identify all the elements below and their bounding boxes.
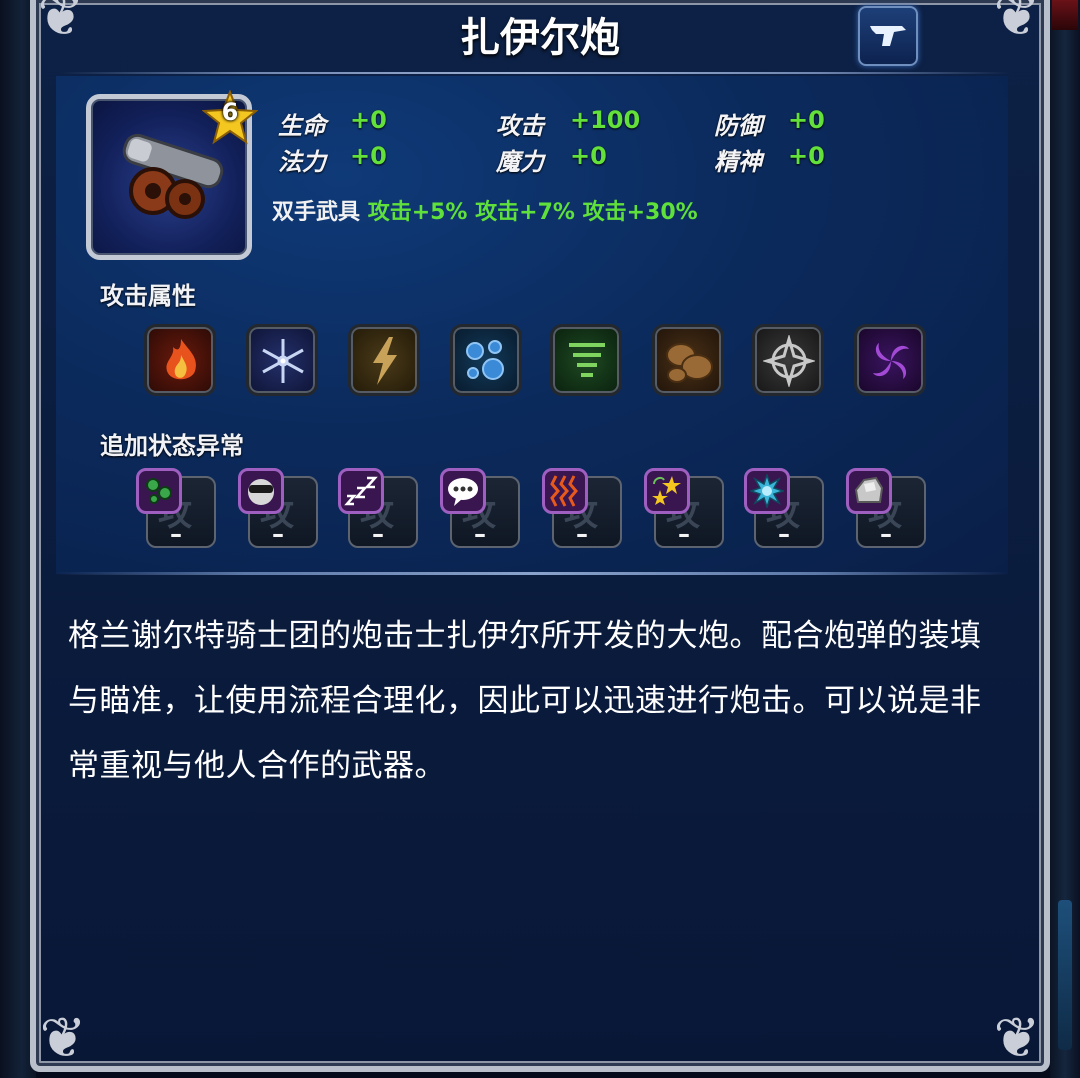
backdrop-right-edge — [1050, 0, 1080, 1078]
earth-icon — [652, 324, 724, 396]
scrollbar[interactable] — [1058, 900, 1072, 1050]
stat-value-spr: +0 — [788, 142, 825, 170]
section-divider — [56, 572, 1008, 575]
status-value: – — [170, 520, 182, 548]
blind-icon — [238, 468, 284, 514]
status-slot-sleep: 攻 – — [338, 468, 420, 550]
stat-label-atk: 攻击 — [496, 112, 544, 140]
dark-icon — [854, 324, 926, 396]
lightning-icon — [348, 324, 420, 396]
gun-icon[interactable] — [858, 6, 918, 66]
stat-label-mag: 魔力 — [496, 148, 544, 176]
paralysis-icon — [542, 468, 588, 514]
petrify-icon — [846, 468, 892, 514]
status-slot-silence: 攻 – — [440, 468, 522, 550]
ornament-corner-icon: ❦ — [993, 1006, 1041, 1071]
water-icon — [450, 324, 522, 396]
poison-icon — [136, 468, 182, 514]
ornament-corner-icon: ❦ — [993, 0, 1041, 49]
light-icon — [752, 324, 824, 396]
status-slot-petrify: 攻 – — [846, 468, 928, 550]
confusion-icon — [644, 468, 690, 514]
status-slot-confusion: 攻 – — [644, 468, 726, 550]
stat-label-hp: 生命 — [278, 112, 326, 140]
ornament-corner-icon: ❦ — [37, 0, 85, 49]
status-value: – — [474, 520, 486, 548]
attack-attributes-label: 攻击属性 — [100, 282, 196, 310]
status-value: – — [880, 520, 892, 548]
weapon-type-line: 双手武具 攻击+5% 攻击+7% 攻击+30% — [272, 194, 698, 226]
weapon-type-label: 双手武具 — [272, 200, 361, 225]
ice-icon — [246, 324, 318, 396]
stat-label-def: 防御 — [714, 112, 762, 140]
status-value: – — [778, 520, 790, 548]
ornament-corner-icon: ❦ — [39, 1006, 87, 1071]
wind-icon — [550, 324, 622, 396]
status-value: – — [678, 520, 690, 548]
stat-value-mag: +0 — [570, 142, 607, 170]
item-description: 格兰谢尔特骑士团的炮击士扎伊尔所开发的大炮。配合炮弹的装填与瞄准，让使用流程合理… — [68, 618, 982, 784]
status-slot-blind: 攻 – — [238, 468, 320, 550]
status-slot-poison: 攻 – — [136, 468, 218, 550]
fire-icon — [144, 324, 216, 396]
status-slot-paralysis: 攻 – — [542, 468, 624, 550]
status-value: – — [576, 520, 588, 548]
stat-label-mp: 法力 — [278, 148, 326, 176]
stat-value-mp: +0 — [350, 142, 387, 170]
disease-icon — [744, 468, 790, 514]
status-ailments-label: 追加状态异常 — [100, 432, 244, 460]
silence-icon — [440, 468, 486, 514]
stat-value-atk: +100 — [570, 106, 641, 134]
status-value: – — [372, 520, 384, 548]
rank-number: 6 — [221, 98, 239, 126]
stat-value-def: +0 — [788, 106, 825, 134]
status-slot-disease: 攻 – — [744, 468, 826, 550]
item-title: 扎伊尔炮 — [460, 15, 620, 61]
weapon-type-bonuses: 攻击+5% 攻击+7% 攻击+30% — [367, 200, 698, 225]
backdrop-red-accent — [1052, 0, 1078, 30]
sleep-icon — [338, 468, 384, 514]
status-value: – — [272, 520, 284, 548]
stat-value-hp: +0 — [350, 106, 387, 134]
title-divider — [60, 72, 1010, 74]
stat-label-spr: 精神 — [714, 148, 762, 176]
